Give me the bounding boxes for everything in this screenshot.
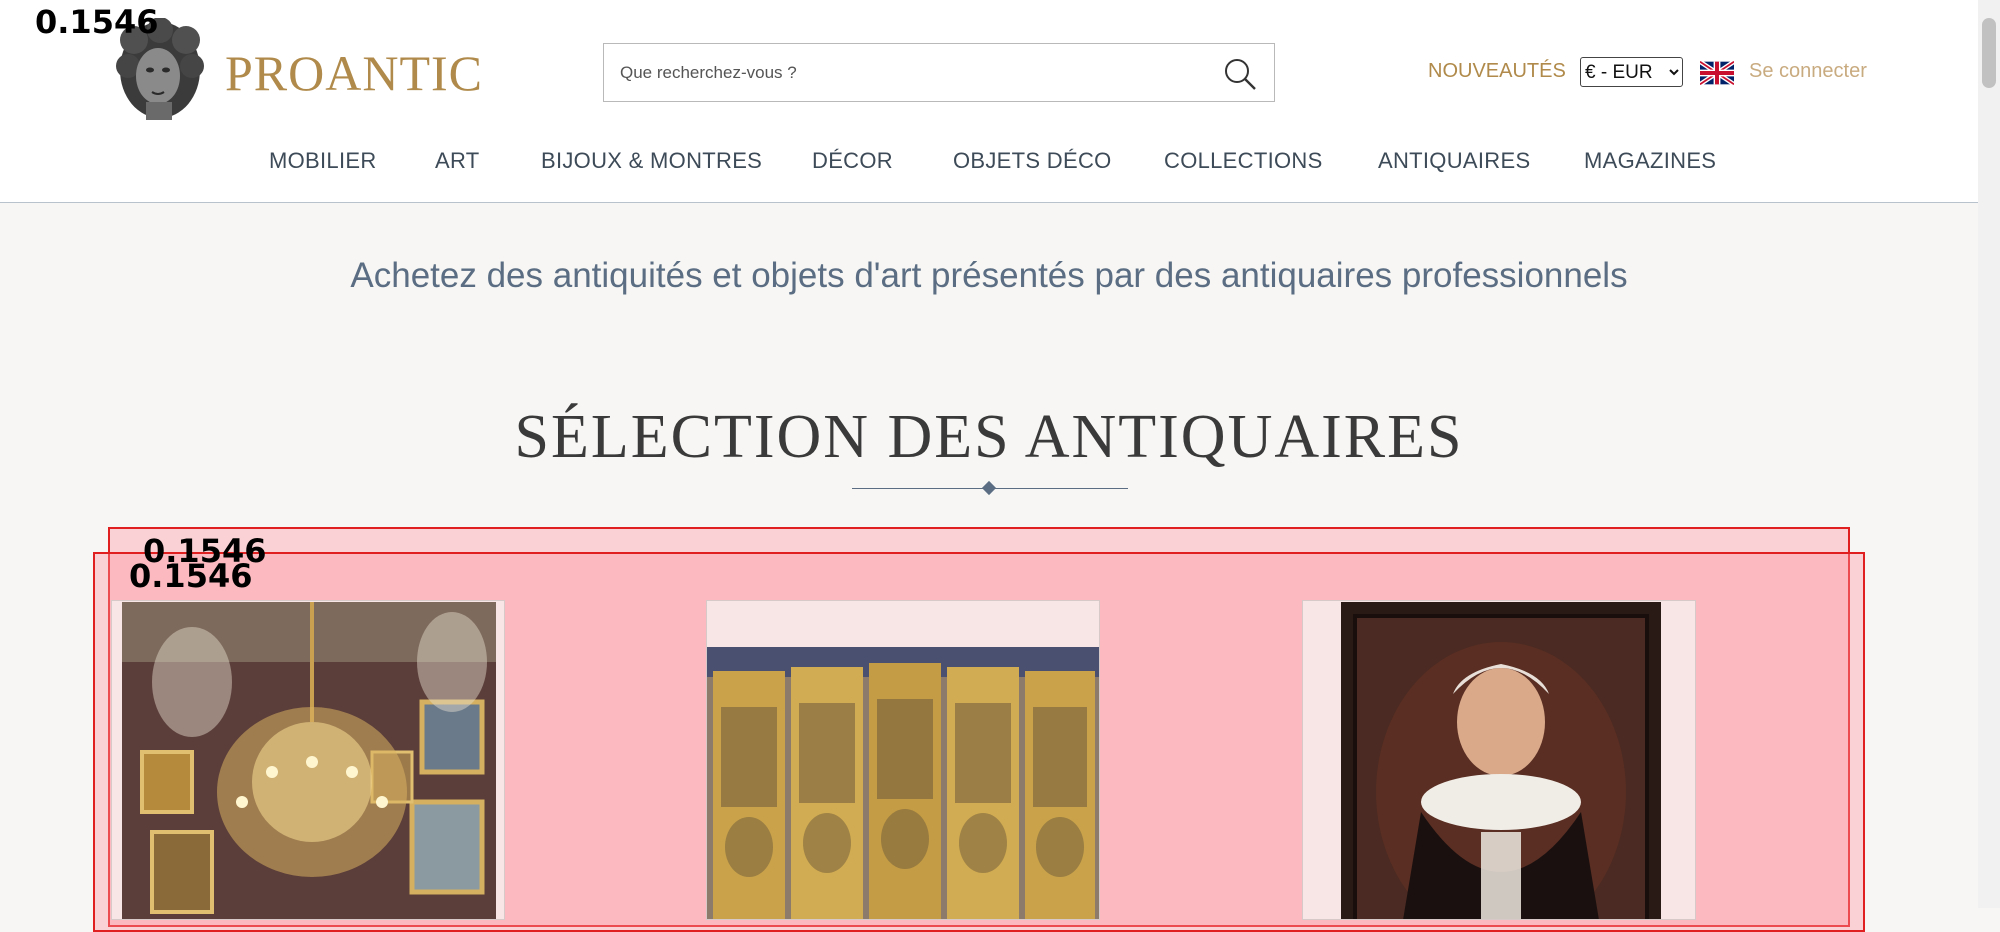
- nav-item-antiquaires[interactable]: ANTIQUAIRES: [1378, 148, 1530, 174]
- uk-flag-icon[interactable]: [1700, 61, 1734, 85]
- nav-item-art[interactable]: ART: [435, 148, 480, 174]
- page-scrollbar[interactable]: [1978, 0, 2000, 908]
- product-card-chandelier[interactable]: [111, 600, 505, 920]
- product-card-portrait[interactable]: [1302, 600, 1696, 920]
- site-header: PROANTIC NOUVEAUTÉS € - EUR Se connecter…: [0, 0, 1978, 203]
- nav-item-mobilier[interactable]: MOBILIER: [269, 148, 377, 174]
- chandelier-image[interactable]: [122, 602, 496, 920]
- overlay-score-label-2: 0.1546: [129, 557, 253, 595]
- nav-item-decor[interactable]: DÉCOR: [812, 148, 893, 174]
- page-tagline: Achetez des antiquités et objets d'art p…: [350, 256, 1628, 295]
- main-nav: MOBILIER ART BIJOUX & MONTRES DÉCOR OBJE…: [0, 148, 1978, 182]
- portrait-painting-image[interactable]: [1341, 602, 1661, 920]
- folding-screen-image[interactable]: [707, 647, 1100, 920]
- currency-select[interactable]: € - EUR: [1580, 57, 1683, 87]
- overlay-score-label: 0.1546: [35, 3, 159, 41]
- nav-item-objets-deco[interactable]: OBJETS DÉCO: [953, 148, 1112, 174]
- login-link[interactable]: Se connecter: [1749, 60, 1867, 83]
- new-arrivals-link[interactable]: NOUVEAUTÉS: [1428, 60, 1566, 83]
- divider-diamond: [981, 480, 997, 496]
- scrollbar-thumb[interactable]: [1982, 18, 1996, 88]
- search-box[interactable]: [603, 43, 1275, 102]
- product-card-screen[interactable]: [706, 600, 1100, 920]
- nav-item-magazines[interactable]: MAGAZINES: [1584, 148, 1716, 174]
- search-input[interactable]: [618, 54, 1202, 92]
- search-icon[interactable]: [1222, 56, 1258, 92]
- nav-item-bijoux-montres[interactable]: BIJOUX & MONTRES: [541, 148, 762, 174]
- logo-text[interactable]: PROANTIC: [225, 44, 483, 102]
- nav-item-collections[interactable]: COLLECTIONS: [1164, 148, 1323, 174]
- section-title: SÉLECTION DES ANTIQUAIRES: [514, 403, 1464, 471]
